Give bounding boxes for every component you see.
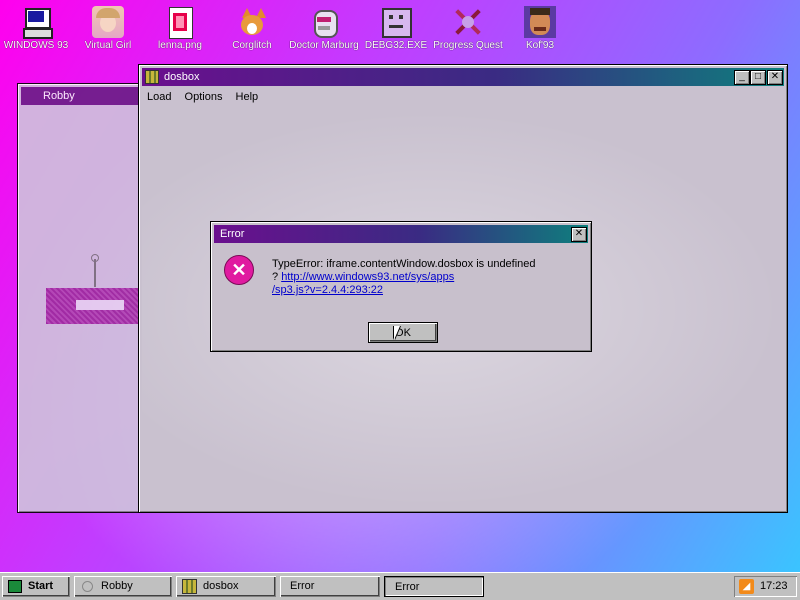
error-titlebar[interactable]: Error ✕ [214,225,588,243]
dosbox-titlebar[interactable]: dosbox _ □ ✕ [142,68,784,86]
desktop-icon-label: DEBG32.EXE [364,40,428,51]
crossed-swords-icon [452,6,484,38]
start-label: Start [28,580,54,592]
dosbox-app-icon [145,70,159,84]
taskbar-item-robby[interactable]: Robby [74,576,172,597]
desktop-icon-label: Kof'93 [525,40,555,51]
desktop-icon-label: Corglitch [232,40,272,51]
start-logo-icon [8,580,22,593]
rss-feed-icon[interactable]: ◢ [739,579,754,594]
desktop-icon-label: Progress Quest [433,40,503,51]
robby-antenna-top [91,254,99,262]
maximize-button[interactable]: □ [750,70,766,85]
error-close-button[interactable]: ✕ [571,227,587,242]
error-message: TypeError: iframe.contentWindow.dosbox i… [272,258,582,297]
error-link[interactable]: http://www.windows93.net/sys/apps [281,271,454,283]
minimize-button[interactable]: _ [734,70,750,85]
fighter-face-icon [524,6,556,38]
taskbar-item-label: Error [395,581,420,593]
desktop-icon-progress-quest[interactable]: Progress Quest [432,4,504,52]
taskbar-item-label: dosbox [203,580,239,592]
desktop-icon-debg32[interactable]: DEBG32.EXE [360,4,432,52]
desktop-icon-doctor-marburg[interactable]: Doctor Marburg [288,4,360,52]
error-dialog[interactable]: Error ✕ ✕ TypeError: iframe.contentWindo… [210,221,592,352]
desktop-icon-virtual-girl[interactable]: Virtual Girl [72,4,144,52]
robby-antenna [94,259,96,287]
desktop-icon-label: lenna.png [158,40,202,51]
corgi-icon [236,6,268,38]
taskbar-item-error[interactable]: Error [280,576,380,597]
desktop-icon-windows93[interactable]: WINDOWS 93 [0,4,72,52]
robby-task-icon [82,581,93,592]
close-button[interactable]: ✕ [767,70,783,85]
debug-screen-icon [380,6,412,38]
dosbox-menubar: Load Options Help [147,91,268,103]
robby-window-title: Robby [43,90,75,102]
image-file-icon [164,6,196,39]
system-tray: ◢ 17:23 [734,576,797,597]
desktop-icon-label: WINDOWS 93 [3,40,69,51]
taskbar-item-error-active[interactable]: Error [384,576,484,597]
error-link-continued[interactable]: /sp3.js?v=2.4.4:293:22 [272,284,582,297]
taskbar-item-label: Robby [101,580,133,592]
doctor-icon [308,6,340,38]
desktop-icon-corglitch[interactable]: Corglitch [216,4,288,52]
error-message-prefix: ? [272,271,279,283]
dosbox-window-title: dosbox [164,71,200,83]
ok-button[interactable]: OK [368,322,438,343]
error-dialog-title: Error [220,228,245,240]
taskbar-item-label: Error [290,580,315,592]
computer-icon [20,6,53,39]
desktop-icon-kof93[interactable]: Kof'93 [504,4,576,52]
dosbox-task-icon [182,579,197,594]
desktop-icon-label: Virtual Girl [84,40,132,51]
menu-options[interactable]: Options [185,91,223,103]
clock: 17:23 [760,580,788,592]
error-icon: ✕ [224,255,254,285]
menu-help[interactable]: Help [236,91,259,103]
error-message-line: TypeError: iframe.contentWindow.dosbox i… [272,258,536,270]
start-button[interactable]: Start [2,576,70,597]
virtual-girl-icon [92,6,124,38]
desktop-icon-lenna[interactable]: lenna.png [144,4,216,52]
robby-sprite [46,288,146,324]
desktop-icon-label: Doctor Marburg [289,40,359,51]
taskbar: Start Robby dosbox Error Error ◢ 17:23 [0,572,800,600]
mouse-cursor-icon [394,326,400,340]
taskbar-item-dosbox[interactable]: dosbox [176,576,276,597]
menu-load[interactable]: Load [147,91,171,103]
